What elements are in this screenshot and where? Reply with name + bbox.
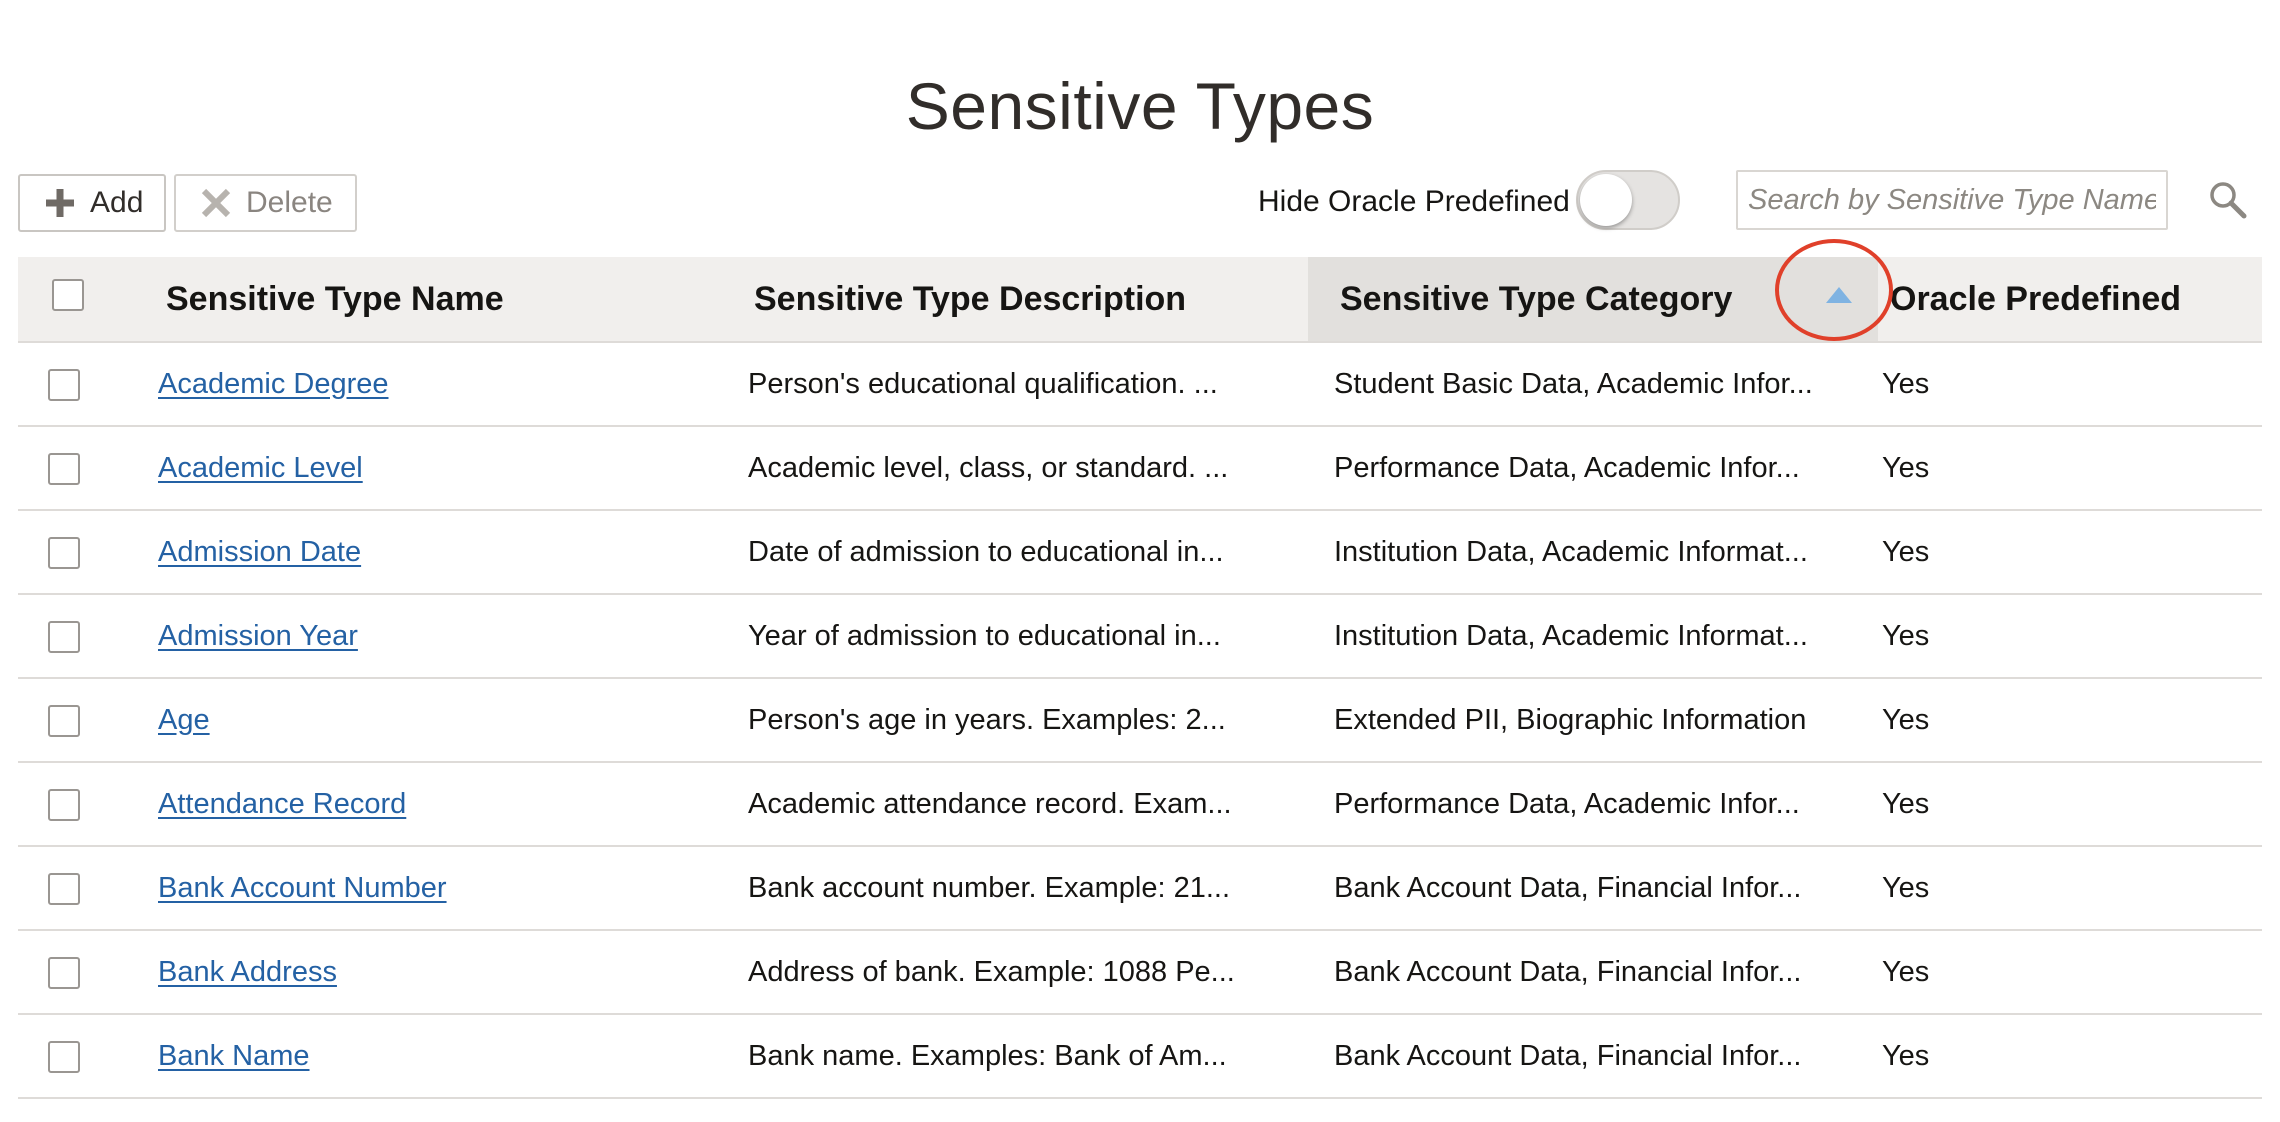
- row-category-cell: Performance Data, Academic Infor...: [1334, 451, 1800, 484]
- row-select-cell: [18, 679, 154, 761]
- row-category-cell: Bank Account Data, Financial Infor...: [1334, 871, 1802, 904]
- row-checkbox[interactable]: [48, 873, 80, 905]
- row-select-cell: [18, 763, 154, 845]
- column-header-description[interactable]: Sensitive Type Description: [742, 257, 1308, 341]
- plus-icon: [44, 187, 76, 219]
- row-description-cell: Address of bank. Example: 1088 Pe...: [748, 955, 1235, 988]
- row-checkbox[interactable]: [48, 1041, 80, 1073]
- row-name-cell: Bank Account Number: [154, 847, 742, 929]
- sensitive-type-link[interactable]: Age: [158, 704, 210, 737]
- row-checkbox[interactable]: [48, 957, 80, 989]
- sensitive-type-link[interactable]: Bank Name: [158, 1040, 310, 1073]
- row-checkbox[interactable]: [48, 705, 80, 737]
- table-header: Sensitive Type Name Sensitive Type Descr…: [18, 239, 2262, 343]
- row-category-cell: Student Basic Data, Academic Infor...: [1334, 367, 1813, 400]
- table-row: Age Person's age in years. Examples: 2..…: [18, 679, 2262, 763]
- row-predefined-cell: Yes: [1882, 619, 1930, 652]
- row-name-cell: Age: [154, 679, 742, 761]
- row-checkbox[interactable]: [48, 369, 80, 401]
- delete-button-label: Delete: [246, 186, 333, 219]
- add-button-label: Add: [90, 186, 144, 219]
- sensitive-type-link[interactable]: Academic Level: [158, 452, 363, 485]
- row-description-cell: Person's educational qualification. ...: [748, 367, 1218, 400]
- column-header-category[interactable]: Sensitive Type Category: [1308, 257, 1878, 341]
- table-row: Admission Date Date of admission to educ…: [18, 511, 2262, 595]
- row-checkbox[interactable]: [48, 621, 80, 653]
- table-row: Attendance Record Academic attendance re…: [18, 763, 2262, 847]
- row-description-cell: Date of admission to educational in...: [748, 535, 1224, 568]
- row-predefined-cell: Yes: [1882, 451, 1930, 484]
- row-select-cell: [18, 595, 154, 677]
- table-row: Bank Name Bank name. Examples: Bank of A…: [18, 1015, 2262, 1099]
- hide-predefined-toggle[interactable]: [1576, 170, 1680, 230]
- table-row: Bank Address Address of bank. Example: 1…: [18, 931, 2262, 1015]
- row-checkbox[interactable]: [48, 453, 80, 485]
- row-select-cell: [18, 427, 154, 509]
- row-predefined-cell: Yes: [1882, 535, 1930, 568]
- row-predefined-cell: Yes: [1882, 703, 1930, 736]
- search-input[interactable]: [1736, 170, 2168, 230]
- sensitive-type-link[interactable]: Bank Address: [158, 956, 337, 989]
- row-name-cell: Bank Address: [154, 931, 742, 1013]
- row-select-cell: [18, 511, 154, 593]
- row-predefined-cell: Yes: [1882, 955, 1930, 988]
- row-predefined-cell: Yes: [1882, 1039, 1930, 1072]
- row-predefined-cell: Yes: [1882, 871, 1930, 904]
- row-name-cell: Academic Level: [154, 427, 742, 509]
- sensitive-type-link[interactable]: Admission Year: [158, 620, 358, 653]
- toggle-knob: [1580, 174, 1632, 226]
- row-name-cell: Admission Year: [154, 595, 742, 677]
- row-select-cell: [18, 343, 154, 425]
- row-select-cell: [18, 1015, 154, 1097]
- row-description-cell: Year of admission to educational in...: [748, 619, 1221, 652]
- sensitive-type-link[interactable]: Attendance Record: [158, 788, 406, 821]
- table-row: Bank Account Number Bank account number.…: [18, 847, 2262, 931]
- search-icon[interactable]: [2208, 180, 2248, 220]
- row-name-cell: Attendance Record: [154, 763, 742, 845]
- delete-button[interactable]: Delete: [174, 174, 357, 232]
- sensitive-types-page: Sensitive Types Add Delete Hide Oracle P…: [0, 0, 2280, 1122]
- row-category-cell: Institution Data, Academic Informat...: [1334, 535, 1808, 568]
- row-name-cell: Academic Degree: [154, 343, 742, 425]
- sensitive-types-table: Sensitive Type Name Sensitive Type Descr…: [18, 239, 2262, 1099]
- row-predefined-cell: Yes: [1882, 787, 1930, 820]
- column-header-predefined[interactable]: Oracle Predefined: [1878, 257, 2262, 341]
- row-description-cell: Academic level, class, or standard. ...: [748, 451, 1229, 484]
- sensitive-type-link[interactable]: Academic Degree: [158, 368, 389, 401]
- row-name-cell: Admission Date: [154, 511, 742, 593]
- table-row: Academic Level Academic level, class, or…: [18, 427, 2262, 511]
- sensitive-type-link[interactable]: Admission Date: [158, 536, 361, 569]
- row-category-cell: Institution Data, Academic Informat...: [1334, 619, 1808, 652]
- row-description-cell: Bank name. Examples: Bank of Am...: [748, 1039, 1227, 1072]
- sensitive-type-link[interactable]: Bank Account Number: [158, 872, 447, 905]
- row-predefined-cell: Yes: [1882, 367, 1930, 400]
- row-category-cell: Bank Account Data, Financial Infor...: [1334, 955, 1802, 988]
- header-select-all: [18, 257, 154, 341]
- page-title: Sensitive Types: [905, 69, 1375, 143]
- row-checkbox[interactable]: [48, 537, 80, 569]
- sort-ascending-icon[interactable]: [1826, 287, 1852, 303]
- table-row: Admission Year Year of admission to educ…: [18, 595, 2262, 679]
- table-body: Academic Degree Person's educational qua…: [18, 343, 2262, 1099]
- row-select-cell: [18, 931, 154, 1013]
- row-category-cell: Performance Data, Academic Infor...: [1334, 787, 1800, 820]
- row-checkbox[interactable]: [48, 789, 80, 821]
- column-header-name[interactable]: Sensitive Type Name: [154, 257, 742, 341]
- add-button[interactable]: Add: [18, 174, 166, 232]
- row-description-cell: Academic attendance record. Exam...: [748, 787, 1232, 820]
- row-description-cell: Person's age in years. Examples: 2...: [748, 703, 1226, 736]
- row-description-cell: Bank account number. Example: 21...: [748, 871, 1230, 904]
- row-category-cell: Bank Account Data, Financial Infor...: [1334, 1039, 1802, 1072]
- row-name-cell: Bank Name: [154, 1015, 742, 1097]
- table-row: Academic Degree Person's educational qua…: [18, 343, 2262, 427]
- hide-predefined-label: Hide Oracle Predefined: [1258, 185, 1570, 218]
- select-all-checkbox[interactable]: [52, 279, 84, 311]
- x-icon: [200, 187, 232, 219]
- row-category-cell: Extended PII, Biographic Information: [1334, 703, 1807, 736]
- row-select-cell: [18, 847, 154, 929]
- toolbar: Add Delete Hide Oracle Predefined: [18, 170, 2262, 234]
